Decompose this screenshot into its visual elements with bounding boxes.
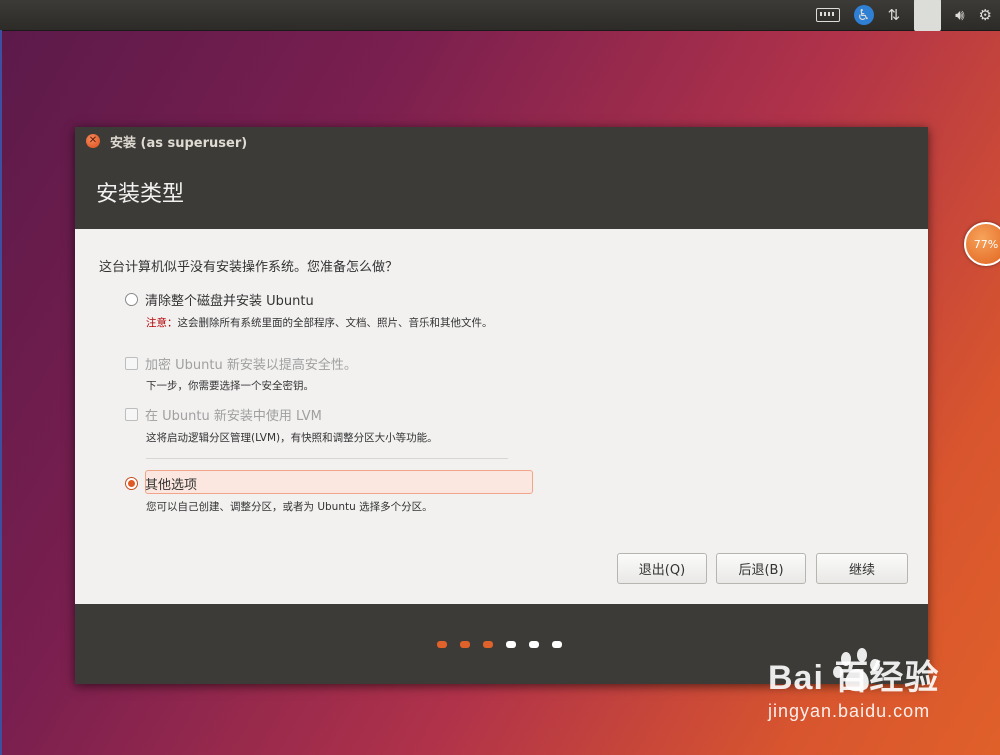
option-label: 在 Ubuntu 新安装中使用 LVM (145, 409, 322, 424)
radio-something-else[interactable] (125, 477, 138, 490)
top-panel: ♿ ⇅ En 🔊︎ ⚙ (0, 0, 1000, 31)
checkbox-encrypt[interactable] (125, 357, 138, 370)
progress-dot (437, 641, 447, 648)
window-title: 安装 (as superuser) (110, 135, 248, 151)
warning-label: 注意： (146, 317, 178, 329)
progress-dot (460, 641, 470, 648)
progress-dot (506, 641, 516, 648)
page-title: 安装类型 (75, 155, 928, 229)
option-desc: 您可以自己创建、调整分区，或者为 Ubuntu 选择多个分区。 (146, 501, 433, 513)
close-icon[interactable]: ✕ (86, 134, 100, 148)
progress-dot (552, 641, 562, 648)
quit-button[interactable]: 退出(Q) (617, 553, 707, 584)
divider (146, 458, 508, 459)
network-icon[interactable]: ⇅ (888, 0, 901, 30)
window-titlebar[interactable]: ✕ 安装 (as superuser) (75, 127, 928, 155)
selection-highlight (145, 470, 533, 494)
option-label: 加密 Ubuntu 新安装以提高安全性。 (145, 358, 357, 373)
option-desc: 这将启动逻辑分区管理(LVM)，有快照和调整分区大小等功能。 (146, 432, 438, 444)
progress-dot (483, 641, 493, 648)
install-type-panel: 这台计算机似乎没有安装操作系统。您准备怎么做？ 清除整个磁盘并安装 Ubuntu… (75, 229, 928, 604)
battery-badge[interactable]: 77% (964, 222, 1000, 266)
option-label: 其他选项 (145, 478, 198, 493)
installer-window: ✕ 安装 (as superuser) 安装类型 这台计算机似乎没有安装操作系统… (75, 127, 928, 684)
progress-dots (437, 641, 562, 648)
watermark-url: jingyan.baidu.com (768, 701, 931, 721)
progress-dot (529, 641, 539, 648)
continue-button[interactable]: 继续 (816, 553, 908, 584)
option-desc: 下一步，你需要选择一个安全密钥。 (146, 380, 314, 392)
option-label: 清除整个磁盘并安装 Ubuntu (145, 294, 314, 309)
radio-erase-disk[interactable] (125, 293, 138, 306)
keyboard-icon[interactable] (815, 8, 840, 22)
gear-icon[interactable]: ⚙ (979, 0, 992, 30)
desktop-edge (0, 30, 2, 755)
question-text: 这台计算机似乎没有安装操作系统。您准备怎么做？ (99, 260, 399, 275)
accessibility-icon[interactable]: ♿ (853, 5, 874, 25)
volume-icon[interactable]: 🔊︎ (955, 0, 964, 30)
option-desc: 注意：这会删除所有系统里面的全部程序、文档、照片、音乐和其他文件。 (146, 317, 493, 329)
option-something-else[interactable]: 其他选项 (125, 474, 197, 493)
option-lvm[interactable]: 在 Ubuntu 新安装中使用 LVM (125, 405, 322, 424)
system-tray: ♿ ⇅ En 🔊︎ ⚙ (815, 0, 992, 31)
back-button[interactable]: 后退(B) (716, 553, 806, 584)
language-indicator[interactable]: En (914, 0, 942, 31)
checkbox-lvm[interactable] (125, 408, 138, 421)
option-encrypt[interactable]: 加密 Ubuntu 新安装以提高安全性。 (125, 354, 357, 373)
paw-logo-icon (833, 648, 880, 692)
option-erase-disk[interactable]: 清除整个磁盘并安装 Ubuntu (125, 290, 314, 309)
